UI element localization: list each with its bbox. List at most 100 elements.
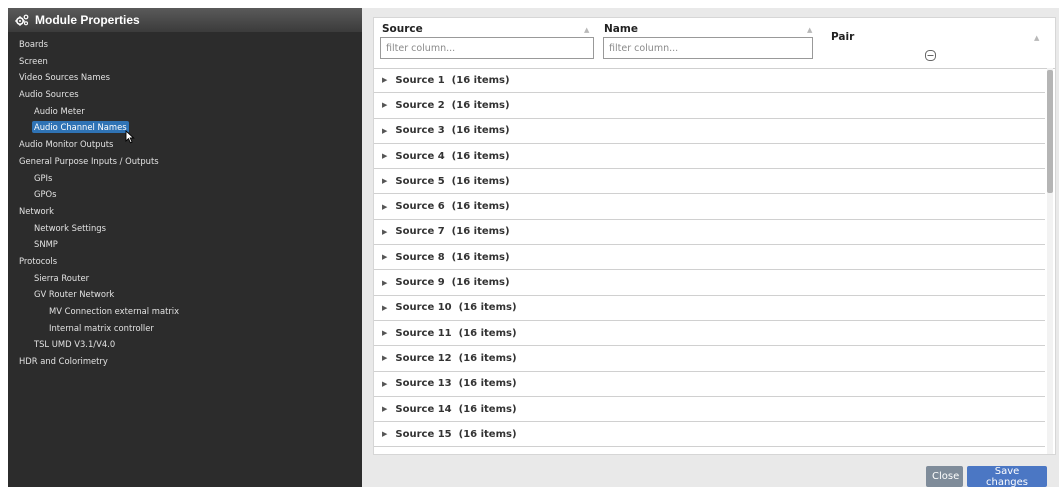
- expand-caret-icon[interactable]: ▶: [382, 127, 387, 135]
- tree-item[interactable]: Network: [8, 203, 362, 220]
- group-label: Source 10: [395, 302, 452, 314]
- group-count: (16 items): [451, 251, 510, 263]
- tree-item[interactable]: Audio Channel Names: [8, 119, 362, 136]
- tree-item-label: MV Connection external matrix: [49, 306, 180, 316]
- group-row[interactable]: ▶ Source 7 (16 items): [374, 220, 1045, 246]
- group-row[interactable]: ▶ Source 5 (16 items): [374, 169, 1045, 195]
- tree-item[interactable]: Audio Meter: [8, 103, 362, 120]
- group-label: Source 15: [395, 428, 452, 440]
- expand-caret-icon[interactable]: ▶: [382, 279, 387, 287]
- tree-item[interactable]: Audio Monitor Outputs: [8, 136, 362, 153]
- tree-item-label: Screen: [19, 55, 48, 66]
- tree-item-label: GPOs: [34, 189, 57, 200]
- tree-item[interactable]: Screen: [8, 53, 362, 70]
- column-header-pair[interactable]: Pair: [831, 31, 854, 43]
- expand-caret-icon[interactable]: ▶: [382, 76, 387, 84]
- tree-item[interactable]: GPIs: [8, 170, 362, 187]
- tree-item[interactable]: General Purpose Inputs / Outputs: [8, 153, 362, 170]
- column-header-name[interactable]: Name: [604, 23, 638, 35]
- grid-header: Source ▲ Name ▲ Pair ▲: [374, 18, 1055, 69]
- group-label: Source 3: [395, 125, 445, 137]
- group-row[interactable]: ▶ Source 14 (16 items): [374, 397, 1045, 423]
- tree-item-label: TSL UMD V3.1/V4.0: [34, 339, 116, 350]
- group-row[interactable]: ▶ Source 8 (16 items): [374, 245, 1045, 271]
- group-row[interactable]: ▶ Source 15 (16 items): [374, 422, 1045, 448]
- group-label: Source 12: [395, 352, 452, 364]
- group-row[interactable]: ▶ Source 12 (16 items): [374, 346, 1045, 372]
- expand-caret-icon[interactable]: ▶: [382, 203, 387, 211]
- tree-item[interactable]: Video Sources Names: [8, 69, 362, 86]
- tree-item-label: Audio Sources: [19, 89, 79, 100]
- tree-item[interactable]: Network Settings: [8, 220, 362, 237]
- tree-item-label: SNMP: [34, 239, 58, 250]
- group-row[interactable]: ▶ Source 1 (16 items): [374, 68, 1045, 94]
- group-row[interactable]: ▶ Source 2 (16 items): [374, 93, 1045, 119]
- tree-item[interactable]: TSL UMD V3.1/V4.0: [8, 336, 362, 353]
- group-label: Source 5: [395, 175, 445, 187]
- group-row[interactable]: ▶ Source 4 (16 items): [374, 144, 1045, 170]
- tree-item-label: Audio Meter: [34, 105, 85, 116]
- sort-name-icon[interactable]: ▲: [807, 26, 812, 34]
- tree-item[interactable]: HDR and Colorimetry: [8, 353, 362, 370]
- group-count: (16 items): [458, 378, 517, 390]
- group-count: (16 items): [451, 201, 510, 213]
- group-label: Source 1: [395, 74, 445, 86]
- tree-item-label: General Purpose Inputs / Outputs: [19, 155, 159, 166]
- expand-caret-icon[interactable]: ▶: [382, 354, 387, 362]
- tree-item[interactable]: GPOs: [8, 186, 362, 203]
- expand-caret-icon[interactable]: ▶: [382, 430, 387, 438]
- vertical-scrollbar[interactable]: [1047, 68, 1053, 454]
- expand-caret-icon[interactable]: ▶: [382, 380, 387, 388]
- settings-tree: Boards Screen Video Sources Names Audio Sou…: [8, 32, 362, 370]
- group-row[interactable]: ▶ Source 13 (16 items): [374, 372, 1045, 397]
- group-count: (16 items): [458, 327, 517, 339]
- group-row[interactable]: ▶ Source 6 (16 items): [374, 194, 1045, 220]
- save-changes-button[interactable]: Save changes: [967, 466, 1047, 488]
- expand-caret-icon[interactable]: ▶: [382, 101, 387, 109]
- tree-item-label: Network: [19, 205, 54, 216]
- audio-channel-grid: Source ▲ Name ▲ Pair ▲ ▶ Source 1 (16 item…: [373, 17, 1056, 455]
- expand-caret-icon[interactable]: ▶: [382, 228, 387, 236]
- close-button[interactable]: Close: [926, 466, 963, 487]
- group-label: Source 13: [395, 378, 452, 390]
- tree-item[interactable]: Protocols: [8, 253, 362, 270]
- tree-item[interactable]: Internal matrix controller: [8, 320, 362, 337]
- tree-item[interactable]: Audio Sources: [8, 86, 362, 103]
- expand-caret-icon[interactable]: ▶: [382, 329, 387, 337]
- group-row[interactable]: ▶ Source 11 (16 items): [374, 321, 1045, 347]
- scrollbar-thumb[interactable]: [1047, 70, 1053, 193]
- group-count: (16 items): [458, 302, 517, 314]
- group-label: Source 7: [395, 226, 445, 238]
- group-label: Source 6: [395, 201, 445, 213]
- panel-header: Module Properties: [8, 8, 362, 32]
- sort-source-icon[interactable]: ▲: [584, 26, 589, 34]
- expand-caret-icon[interactable]: ▶: [382, 253, 387, 261]
- group-count: (16 items): [451, 150, 510, 162]
- group-rows: ▶ Source 1 (16 items) ▶ Source 2 (16 items) ▶ S…: [374, 68, 1045, 448]
- group-count: (16 items): [451, 74, 510, 86]
- group-count: (16 items): [451, 226, 510, 238]
- group-count: (16 items): [451, 99, 510, 111]
- tree-item[interactable]: Sierra Router: [8, 270, 362, 287]
- group-row[interactable]: ▶ Source 10 (16 items): [374, 296, 1045, 321]
- gears-icon: [15, 14, 29, 26]
- tree-item[interactable]: Boards: [8, 36, 362, 53]
- tree-item[interactable]: MV Connection external matrix: [8, 303, 362, 320]
- tree-item-label: HDR and Colorimetry: [19, 356, 108, 367]
- expand-caret-icon[interactable]: ▶: [382, 152, 387, 160]
- sort-pair-icon[interactable]: ▲: [1034, 34, 1039, 42]
- name-filter-input[interactable]: [603, 37, 813, 59]
- expand-caret-icon[interactable]: ▶: [382, 177, 387, 185]
- expand-caret-icon[interactable]: ▶: [382, 405, 387, 413]
- tree-item-label: Network Settings: [34, 222, 106, 233]
- group-count: (16 items): [458, 403, 517, 415]
- tree-item[interactable]: GV Router Network: [8, 286, 362, 303]
- group-row[interactable]: ▶ Source 9 (16 items): [374, 270, 1045, 296]
- tree-item[interactable]: SNMP: [8, 236, 362, 253]
- group-count: (16 items): [451, 175, 510, 187]
- expand-caret-icon[interactable]: ▶: [382, 304, 387, 312]
- pair-toggle-icon[interactable]: [925, 50, 936, 61]
- group-row[interactable]: ▶ Source 3 (16 items): [374, 119, 1045, 144]
- column-header-source[interactable]: Source: [382, 23, 423, 35]
- source-filter-input[interactable]: [380, 37, 594, 59]
